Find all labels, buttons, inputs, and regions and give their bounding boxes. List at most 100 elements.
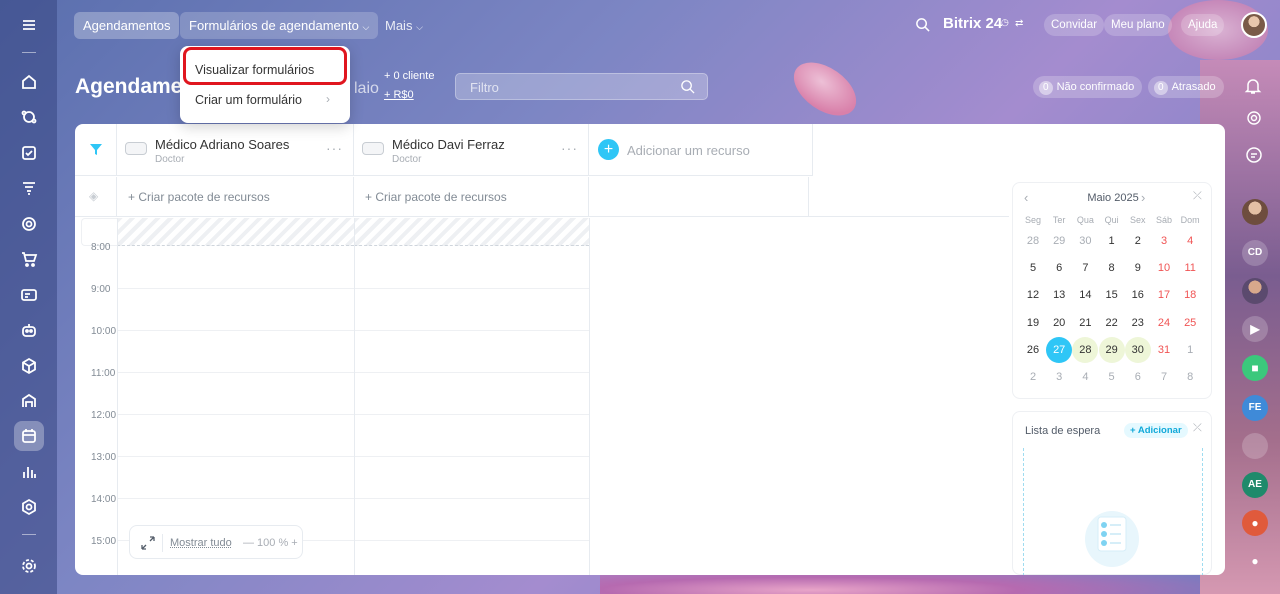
filter-input[interactable]: Filtro	[455, 73, 708, 100]
calendar-day[interactable]: 9	[1125, 255, 1151, 281]
plus-circle-icon[interactable]: +	[598, 139, 619, 160]
filter-list-icon[interactable]	[14, 173, 44, 203]
calendar-day[interactable]: 29	[1099, 337, 1125, 363]
chat-icon[interactable]	[1245, 146, 1263, 164]
calendar-day[interactable]: 30	[1125, 337, 1151, 363]
calendar-day[interactable]: 31	[1151, 337, 1177, 363]
waitlist-dropzone[interactable]	[1023, 448, 1203, 575]
crm-icon[interactable]	[14, 102, 44, 132]
lock-icon[interactable]: ●	[1242, 510, 1268, 536]
calendar-day[interactable]: 20	[1046, 310, 1072, 336]
chip-unconfirmed[interactable]: 0 Não confirmado	[1033, 76, 1142, 98]
user-avatar[interactable]	[1242, 278, 1268, 304]
tab-booking-forms[interactable]: Formulários de agendamento ⌵	[180, 12, 378, 39]
calendar-day[interactable]: 4	[1177, 228, 1203, 254]
calendar-day[interactable]: 1	[1177, 337, 1203, 363]
lock-icon[interactable]: ●	[1242, 548, 1268, 574]
calendar-day[interactable]: 8	[1177, 364, 1203, 390]
filter-cell[interactable]	[75, 124, 117, 176]
calendar-day[interactable]: 28	[1020, 228, 1046, 254]
add-resource-cell[interactable]: + Adicionar um recurso	[589, 124, 813, 176]
collapse-icon[interactable]: ⤫	[1193, 190, 1202, 203]
calendar-day[interactable]: 11	[1177, 255, 1203, 281]
target-icon[interactable]	[1246, 110, 1262, 126]
switch-icon[interactable]: ⇄	[1015, 18, 1023, 29]
create-pack-cell-2[interactable]: + Criar pacote de recursos	[354, 177, 589, 217]
invite-button[interactable]: Convidar	[1044, 14, 1104, 36]
booking-calendar-icon[interactable]	[14, 421, 44, 451]
calendar-day[interactable]: 17	[1151, 282, 1177, 308]
calendar-day[interactable]: 3	[1046, 364, 1072, 390]
chat-avatar-ae[interactable]: AE	[1242, 472, 1268, 498]
video-call-icon[interactable]: ▶	[1242, 316, 1268, 342]
calendar-day[interactable]: 24	[1151, 310, 1177, 336]
calendar-day[interactable]: 4	[1072, 364, 1098, 390]
analytics-icon[interactable]	[14, 457, 44, 487]
calendar-day[interactable]: 16	[1125, 282, 1151, 308]
brand-logo[interactable]: Bitrix 24	[943, 15, 1002, 32]
collapse-icon[interactable]: ⤫	[1193, 422, 1202, 435]
tasks-icon[interactable]	[14, 138, 44, 168]
calendar-day[interactable]: 13	[1046, 282, 1072, 308]
calendar-day[interactable]: 28	[1072, 337, 1098, 363]
calendar-day[interactable]: 18	[1177, 282, 1203, 308]
calendar-day[interactable]: 7	[1151, 364, 1177, 390]
calendar-day[interactable]: 8	[1099, 255, 1125, 281]
calendar-day[interactable]: 25	[1177, 310, 1203, 336]
user-avatar[interactable]	[1241, 12, 1267, 38]
calendar-day[interactable]: 30	[1072, 228, 1098, 254]
calendar-day[interactable]: 2	[1020, 364, 1046, 390]
target-icon[interactable]	[14, 209, 44, 239]
my-plan-button[interactable]: Meu plano	[1104, 14, 1172, 36]
search-icon[interactable]	[915, 17, 930, 32]
calendar-day[interactable]: 12	[1020, 282, 1046, 308]
resource-toggle[interactable]	[125, 142, 147, 155]
menu-icon[interactable]	[14, 10, 44, 40]
resource-header-1[interactable]: Médico Adriano Soares Doctor ···	[117, 124, 354, 176]
menu-item-create-form[interactable]: Criar um formulário	[195, 93, 302, 107]
settings-gear-icon[interactable]	[14, 551, 44, 581]
calendar-day[interactable]: 23	[1125, 310, 1151, 336]
bell-icon[interactable]	[1243, 76, 1263, 96]
calendar-day[interactable]: 1	[1099, 228, 1125, 254]
user-avatar[interactable]	[1242, 433, 1268, 459]
chip-late[interactable]: 0 Atrasado	[1148, 76, 1224, 98]
calendar-day[interactable]: 6	[1046, 255, 1072, 281]
chat-avatar-fe[interactable]: FE	[1242, 395, 1268, 421]
calendar-day[interactable]: 21	[1072, 310, 1098, 336]
calendar-day[interactable]: 5	[1020, 255, 1046, 281]
calendar-day[interactable]: 5	[1099, 364, 1125, 390]
help-button[interactable]: Ajuda	[1181, 14, 1224, 36]
tab-bookings[interactable]: Agendamentos	[74, 12, 179, 39]
calendar-day[interactable]: 2	[1125, 228, 1151, 254]
waitlist-add-button[interactable]: + Adicionar	[1124, 423, 1188, 438]
cart-icon[interactable]	[14, 244, 44, 274]
card-icon[interactable]	[14, 280, 44, 310]
show-all-button[interactable]: Mostrar tudo	[170, 537, 232, 549]
calendar-day[interactable]: 7	[1072, 255, 1098, 281]
calendar-day[interactable]: 10	[1151, 255, 1177, 281]
search-icon[interactable]	[680, 79, 695, 94]
calendar-day[interactable]: 15	[1099, 282, 1125, 308]
calendar-day[interactable]: 26	[1020, 337, 1046, 363]
chevron-right-icon[interactable]: ›	[1141, 190, 1145, 205]
more-dots-icon[interactable]: ···	[561, 140, 578, 156]
calendar-day[interactable]: 6	[1125, 364, 1151, 390]
calendar-day[interactable]: 19	[1020, 310, 1046, 336]
funnel-icon[interactable]	[89, 142, 103, 156]
calendar-day[interactable]: 22	[1099, 310, 1125, 336]
menu-item-view-forms[interactable]: Visualizar formulários	[195, 63, 314, 77]
chat-avatar-cd[interactable]: CD	[1242, 240, 1268, 266]
user-avatar[interactable]	[1242, 199, 1268, 225]
resource-toggle[interactable]	[362, 142, 384, 155]
calendar-day[interactable]: 14	[1072, 282, 1098, 308]
create-pack-cell-1[interactable]: + Criar pacote de recursos	[117, 177, 354, 217]
box-icon[interactable]	[14, 351, 44, 381]
create-pack-link[interactable]: + Criar pacote de recursos	[365, 190, 507, 204]
zoom-level[interactable]: — 100 % +	[243, 537, 298, 549]
calendar-day[interactable]: 29	[1046, 228, 1072, 254]
bot-icon[interactable]	[14, 315, 44, 345]
calendar-day[interactable]: 27	[1046, 337, 1072, 363]
tab-more[interactable]: Mais ⌵	[376, 12, 432, 39]
stat-revenue[interactable]: + R$0	[384, 89, 414, 101]
